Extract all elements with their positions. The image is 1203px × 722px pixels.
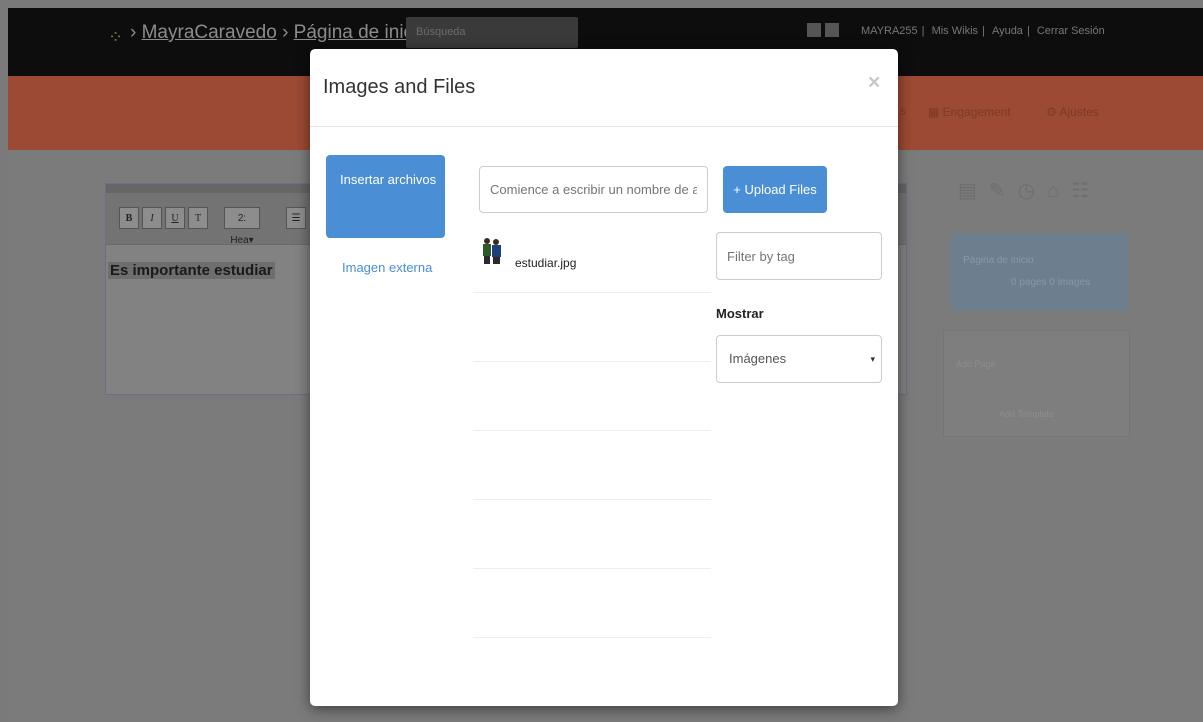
italic-button[interactable]: I [142,207,162,229]
show-type-select[interactable]: Imágenes ▾ [716,335,882,383]
user-avatar-icon[interactable] [825,23,839,37]
sidebar-actions-box: Add Page Add Template [943,330,1130,437]
breadcrumb-separator: › [130,22,137,43]
heading-dropdown[interactable]: 2: Hea▾ [224,207,260,246]
text-color-icon[interactable]: T [188,207,208,229]
editor-content[interactable]: Es importante estudiar [108,262,275,279]
images-and-files-dialog: Images and Files × Insertar archivos Ima… [310,49,898,706]
empty-file-row [473,362,711,431]
wiki-logo-icon[interactable]: ⁘ [108,27,123,48]
user-link-cerrar-sesion[interactable]: Cerrar Sesión [1037,25,1105,37]
empty-file-row [473,569,711,638]
file-search-input[interactable] [479,166,708,213]
bold-button[interactable]: B [119,207,139,229]
close-icon[interactable]: × [868,71,880,95]
dialog-header: Images and Files × [310,49,898,127]
user-link-username[interactable]: MAYRA255 [861,25,918,37]
empty-file-row [473,500,711,569]
nav-engagement[interactable]: ▦ Engagement [928,105,1027,119]
top-icons [807,23,843,42]
breadcrumb: › MayraCaravedo › Página de inicio [130,22,428,44]
upload-files-button[interactable]: + Upload Files [723,166,827,213]
empty-file-row [473,431,711,500]
show-type-value: Imágenes [729,351,787,366]
user-links: MAYRA255 | Mis Wikis | Ayuda | Cerrar Sesió… [861,25,1105,37]
sidebar-tool-icons[interactable]: ▤✎◷⌂☷ [958,178,1101,203]
tab-insertar-archivos[interactable]: Insertar archivos [326,155,445,238]
empty-file-row [473,293,711,362]
page-info-stats: 0 pages 0 images [1011,277,1090,288]
file-name: estudiar.jpg [515,256,577,270]
nav-ajustes[interactable]: ⚙ Ajustes [1046,105,1115,119]
show-label: Mostrar [716,306,764,321]
header-nav: ▦ Engagement ⚙ Ajustes [928,105,1131,119]
filter-by-tag-input[interactable] [716,232,882,280]
underline-button[interactable]: U [165,207,185,229]
user-link-ayuda[interactable]: Ayuda [992,25,1023,37]
dialog-title: Images and Files [323,76,476,98]
list-icon[interactable]: ☰ [286,207,306,229]
nav-ajustes-label: Ajustes [1059,105,1099,119]
add-template-link[interactable]: Add Template [999,409,1054,419]
nav-separator: s [900,104,906,118]
breadcrumb-separator: › [282,22,289,43]
caret-down-icon: ▾ [870,354,875,364]
notification-icon[interactable] [807,23,821,37]
breadcrumb-site-link[interactable]: MayraCaravedo [142,22,277,43]
right-sidebar: ▤✎◷⌂☷ Página de inicio 0 pages 0 images … [943,165,1130,437]
user-link-mis-wikis[interactable]: Mis Wikis [932,25,978,37]
tab-imagen-externa[interactable]: Imagen externa [342,260,432,275]
top-search-input[interactable]: Búsqueda [406,17,578,48]
nav-engagement-label: Engagement [942,105,1011,119]
students-image-icon [481,236,503,264]
file-list: estudiar.jpg [473,222,711,638]
file-item[interactable]: estudiar.jpg [473,222,711,293]
page-info-title: Página de inicio [963,255,1034,266]
add-page-link[interactable]: Add Page [956,359,996,369]
page-info-card: Página de inicio 0 pages 0 images [951,233,1128,311]
